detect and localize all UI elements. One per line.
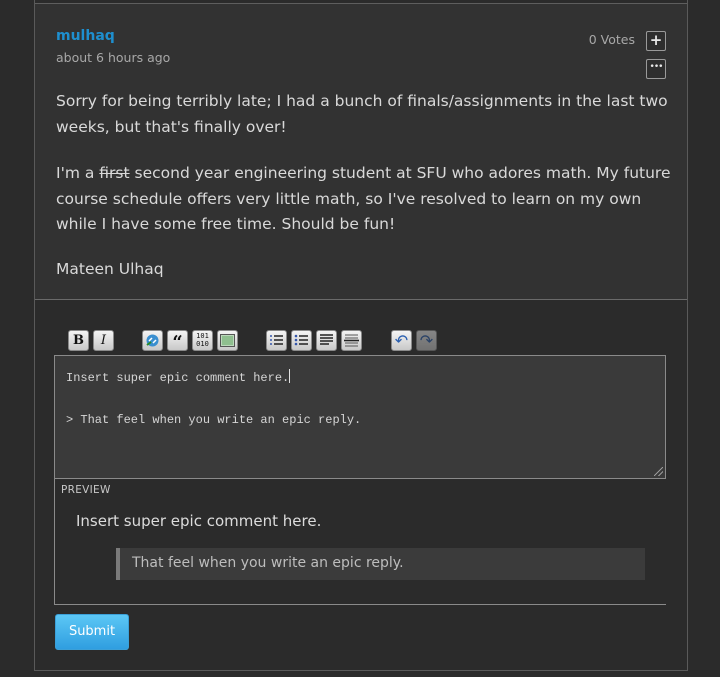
editor-region: Insert super epic comment here. > That f…	[34, 0, 686, 677]
editor-line: Insert super epic comment here.	[66, 371, 290, 385]
editor-line: > That feel when you write an epic reply…	[66, 413, 362, 427]
preview-label: PREVIEW	[61, 484, 111, 496]
text-caret	[289, 369, 291, 383]
submit-button[interactable]: Submit	[55, 614, 129, 650]
preview-text: Insert super epic comment here.	[76, 512, 322, 530]
comment-textarea[interactable]: Insert super epic comment here. > That f…	[54, 355, 666, 479]
preview-pane: PREVIEW Insert super epic comment here. …	[54, 479, 666, 605]
resize-grip[interactable]	[654, 467, 663, 476]
preview-blockquote: That feel when you write an epic reply.	[116, 548, 645, 580]
